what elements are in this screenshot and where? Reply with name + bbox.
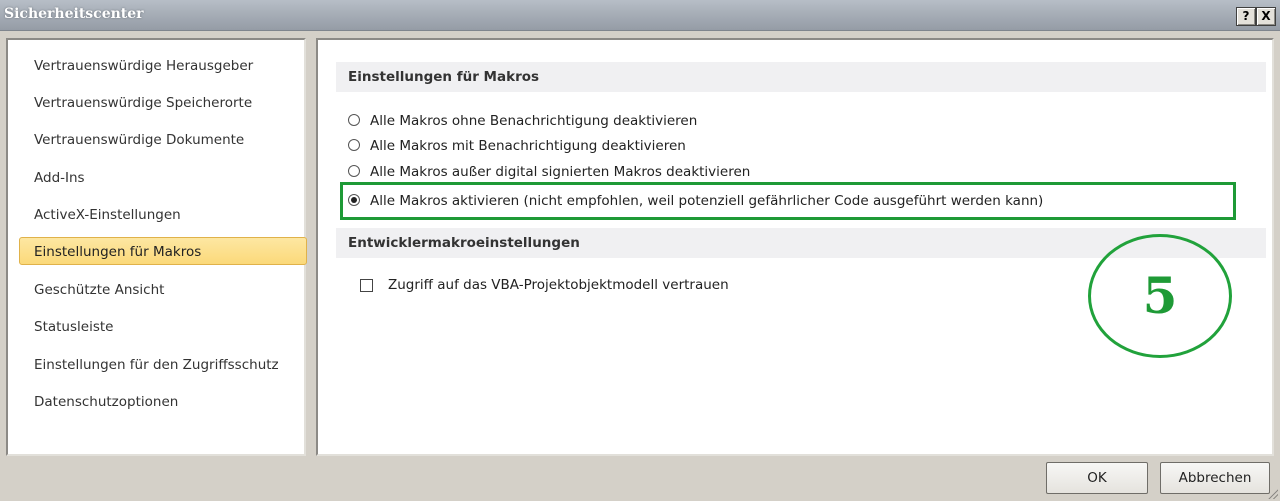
sidebar-item-macro-settings[interactable]: Einstellungen für Makros xyxy=(19,237,307,265)
radio-disable-except-signed[interactable]: Alle Makros außer digital signierten Mak… xyxy=(348,161,751,183)
sidebar-item-activex[interactable]: ActiveX-Einstellungen xyxy=(20,201,306,229)
resize-grip[interactable] xyxy=(1266,487,1278,499)
radio-label: Alle Makros ohne Benachrichtigung deakti… xyxy=(370,113,698,129)
help-button[interactable]: ? xyxy=(1236,7,1256,26)
close-button[interactable]: X xyxy=(1256,7,1276,26)
sidebar-item-trusted-publishers[interactable]: Vertrauenswürdige Herausgeber xyxy=(20,52,306,80)
step-number-badge: 5 xyxy=(1088,234,1232,358)
checkbox-label: Zugriff auf das VBA-Projektobjektmodell … xyxy=(388,277,729,293)
sidebar-item-file-block[interactable]: Einstellungen für den Zugriffsschutz xyxy=(20,351,306,379)
sidebar-item-trusted-locations[interactable]: Vertrauenswürdige Speicherorte xyxy=(20,89,306,117)
sidebar-item-privacy-options[interactable]: Datenschutzoptionen xyxy=(20,388,306,416)
highlight-annotation-box xyxy=(340,182,1236,220)
title-bar: Sicherheitscenter ? X xyxy=(0,0,1280,31)
checkbox[interactable] xyxy=(360,279,373,292)
window-title: Sicherheitscenter xyxy=(4,6,144,22)
radio-button[interactable] xyxy=(348,139,360,151)
radio-button[interactable] xyxy=(348,114,360,126)
ok-button[interactable]: OK xyxy=(1046,462,1148,494)
sidebar: Vertrauenswürdige Herausgeber Vertrauens… xyxy=(6,38,307,456)
radio-button[interactable] xyxy=(348,165,360,177)
vba-trust-option[interactable]: Zugriff auf das VBA-Projektobjektmodell … xyxy=(360,274,729,296)
radio-disable-with-notification[interactable]: Alle Makros mit Benachrichtigung deaktiv… xyxy=(348,135,686,157)
radio-label: Alle Makros außer digital signierten Mak… xyxy=(370,164,751,180)
main-panel: Einstellungen für Makros Alle Makros ohn… xyxy=(316,38,1274,456)
radio-label: Alle Makros mit Benachrichtigung deaktiv… xyxy=(370,138,686,154)
macro-settings-heading: Einstellungen für Makros xyxy=(336,62,1266,92)
sidebar-item-message-bar[interactable]: Statusleiste xyxy=(20,313,306,341)
cancel-button[interactable]: Abbrechen xyxy=(1160,462,1270,494)
sidebar-item-add-ins[interactable]: Add-Ins xyxy=(20,164,306,192)
sidebar-item-protected-view[interactable]: Geschützte Ansicht xyxy=(20,276,306,304)
sidebar-item-trusted-documents[interactable]: Vertrauenswürdige Dokumente xyxy=(20,126,306,154)
radio-disable-without-notification[interactable]: Alle Makros ohne Benachrichtigung deakti… xyxy=(348,110,698,132)
